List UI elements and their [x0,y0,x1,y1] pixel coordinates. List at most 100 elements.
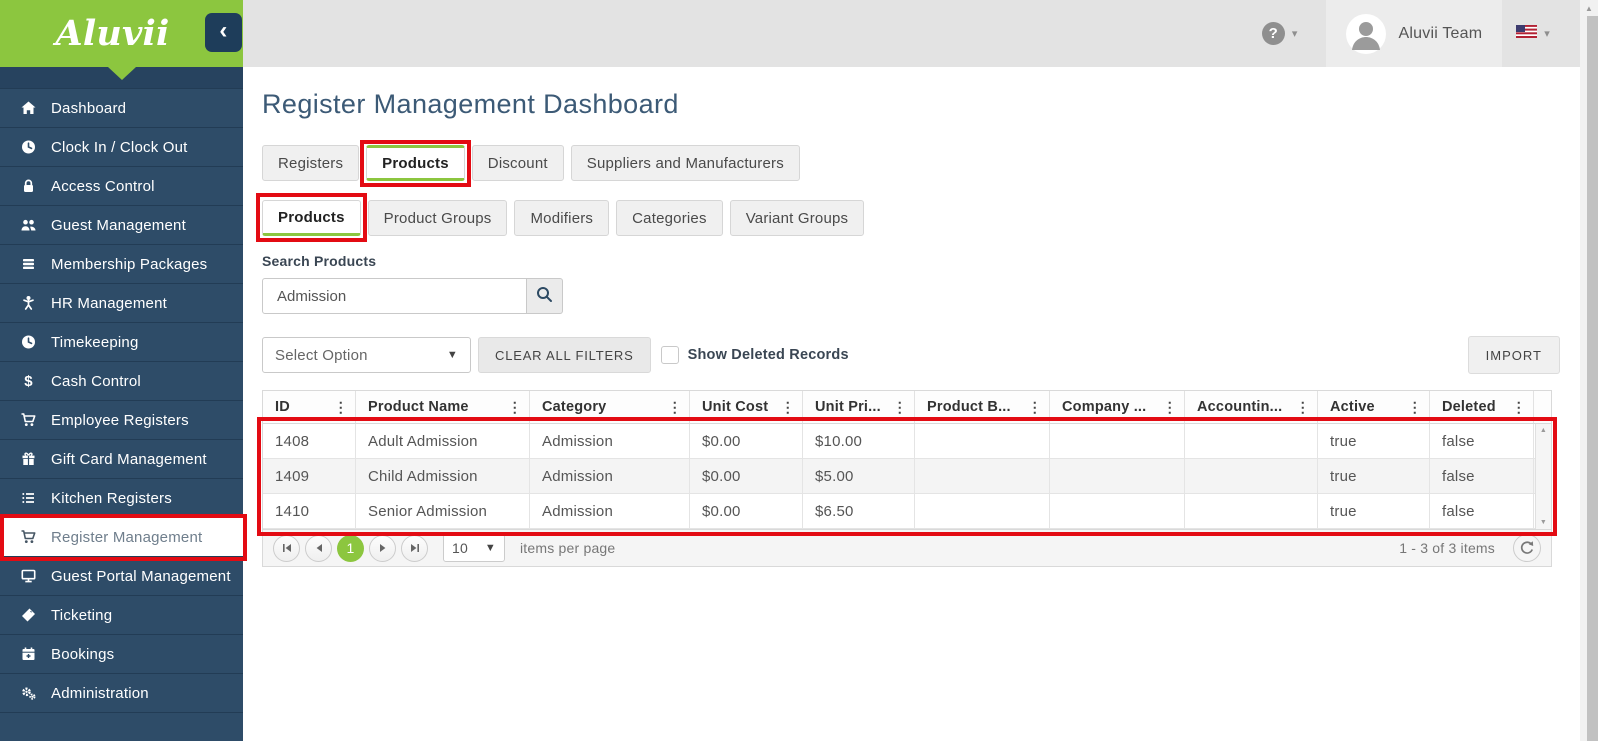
column-menu-icon[interactable]: ⋮ [508,399,522,416]
tab-products[interactable]: Products [256,193,367,242]
tab-discount[interactable]: Discount [471,145,564,181]
monitor-icon [19,568,37,585]
search-input[interactable] [262,278,527,314]
column-menu-icon[interactable]: ⋮ [1163,399,1177,416]
person-icon [19,295,37,312]
sidebar-item-hr-management[interactable]: HR Management [0,284,243,323]
column-header-unit-pri[interactable]: Unit Pri... ⋮ [803,391,915,423]
filter-select[interactable]: Select Option ▼ [262,337,471,373]
svg-text:$: $ [24,373,33,389]
column-menu-icon[interactable]: ⋮ [1512,399,1526,416]
column-header-category[interactable]: Category ⋮ [530,391,690,423]
column-menu-icon[interactable]: ⋮ [1408,399,1422,416]
sidebar-item-label: Guest Management [51,216,186,234]
refresh-button[interactable] [1513,534,1541,562]
column-header-active[interactable]: Active ⋮ [1318,391,1430,423]
last-page-button[interactable] [401,534,428,562]
first-page-button[interactable] [273,534,300,562]
first-page-icon [282,544,291,552]
import-button[interactable]: IMPORT [1467,336,1560,374]
previous-page-button[interactable] [305,534,332,562]
sidebar-item-guest-portal-management[interactable]: Guest Portal Management [0,557,243,596]
page-size-value: 10 [452,540,468,556]
clear-all-filters-button[interactable]: CLEAR ALL FILTERS [478,337,651,373]
page-scrollbar[interactable]: ▲ [1580,0,1598,741]
show-deleted-label: Show Deleted Records [687,347,849,363]
column-header-id[interactable]: ID ⋮ [263,391,356,423]
sidebar-nav: Dashboard Clock In / Clock Out Access Cont… [0,89,247,713]
logo-tail-triangle [107,67,136,80]
sidebar-item-administration[interactable]: Administration [0,674,243,713]
us-flag-icon [1516,24,1538,43]
page-title: Register Management Dashboard [262,89,679,119]
scroll-up-icon[interactable]: ▲ [1580,0,1598,16]
user-menu[interactable]: Aluvii Team [1325,0,1503,67]
column-menu-icon[interactable]: ⋮ [1028,399,1042,416]
refresh-icon [1520,541,1534,554]
items-per-page-label: items per page [520,540,616,556]
sidebar-item-access-control[interactable]: Access Control [0,167,243,206]
scrollbar-thumb[interactable] [1587,16,1598,741]
table-row[interactable]: 1409 Child Admission Admission $0.00 $5.00 tr… [263,459,1551,494]
column-menu-icon[interactable]: ⋮ [1296,399,1310,416]
column-header-company[interactable]: Company ... ⋮ [1050,391,1185,423]
tab-registers[interactable]: Registers [262,145,360,181]
scroll-up-icon: ▲ [1539,427,1548,434]
table-cell [915,494,1050,528]
help-menu[interactable]: ? ▾ [1261,22,1298,45]
column-header-accountin[interactable]: Accountin... ⋮ [1185,391,1318,423]
clock-icon [19,334,37,351]
next-page-button[interactable] [369,534,396,562]
sidebar-item-label: Cash Control [51,372,141,390]
column-menu-icon[interactable]: ⋮ [668,399,682,416]
products-grid: ID ⋮ Product Name ⋮ Category ⋮ Unit Cost ⋮ Unit … [257,390,1557,536]
tab-product-groups[interactable]: Product Groups [367,200,508,236]
current-page-button[interactable]: 1 [337,534,364,562]
sidebar-item-kitchen-registers[interactable]: Kitchen Registers [0,479,243,518]
grid-scrollbar[interactable]: ▲ ▼ [1535,424,1551,529]
tab-variant-groups[interactable]: Variant Groups [729,200,865,236]
logo-area: Aluvii ‹ [0,0,243,67]
column-menu-icon[interactable]: ⋮ [781,399,795,416]
tab-modifiers[interactable]: Modifiers [514,200,610,236]
table-row[interactable]: 1410 Senior Admission Admission $0.00 $6.50 t… [263,494,1551,529]
column-header-product-name[interactable]: Product Name ⋮ [356,391,530,423]
sidebar-item-employee-registers[interactable]: Employee Registers [0,401,243,440]
tab-suppliers-and-manufacturers[interactable]: Suppliers and Manufacturers [570,145,800,181]
help-icon: ? [1261,22,1285,45]
tab-products[interactable]: Products [360,140,471,187]
sidebar-item-label: Kitchen Registers [51,489,172,507]
column-header-unit-cost[interactable]: Unit Cost ⋮ [690,391,803,423]
column-header-product-b[interactable]: Product B... ⋮ [915,391,1050,423]
sidebar-item-label: Guest Portal Management [51,567,231,585]
column-menu-icon[interactable]: ⋮ [893,399,907,416]
sidebar-item-clock-in-clock-out[interactable]: Clock In / Clock Out [0,128,243,167]
grid-body: 1408 Adult Admission Admission $0.00 $10.00 t… [263,424,1551,529]
sidebar-item-membership-packages[interactable]: Membership Packages [0,245,243,284]
sidebar-item-timekeeping[interactable]: Timekeeping [0,323,243,362]
column-menu-icon[interactable]: ⋮ [334,399,348,416]
sidebar-item-cash-control[interactable]: $ Cash Control [0,362,243,401]
table-row[interactable]: 1408 Adult Admission Admission $0.00 $10.00 t… [263,424,1551,459]
column-header-deleted[interactable]: Deleted ⋮ [1430,391,1534,423]
search-button[interactable] [527,278,563,314]
table-cell: $0.00 [690,494,803,528]
table-cell: false [1430,459,1534,493]
page-size-select[interactable]: 10 ▼ [443,534,505,562]
sidebar-item-guest-management[interactable]: Guest Management [0,206,243,245]
gift-icon [19,451,37,468]
sidebar-item-bookings[interactable]: Bookings [0,635,243,674]
sidebar-item-dashboard[interactable]: Dashboard [0,89,243,128]
sidebar-item-label: Bookings [51,645,115,663]
chevron-down-icon: ▼ [446,349,458,361]
sidebar-item-gift-card-management[interactable]: Gift Card Management [0,440,243,479]
sidebar-item-ticketing[interactable]: Ticketing [0,596,243,635]
sidebar-item-register-management[interactable]: Register Management [0,514,247,561]
show-deleted-checkbox[interactable] [660,346,679,364]
tab-categories[interactable]: Categories [616,200,723,236]
sidebar-collapse-button[interactable]: ‹ [205,13,242,52]
table-cell: true [1318,494,1430,528]
column-label: Category [542,399,607,415]
cart-icon [19,529,37,546]
language-selector[interactable]: ▾ [1516,24,1550,43]
